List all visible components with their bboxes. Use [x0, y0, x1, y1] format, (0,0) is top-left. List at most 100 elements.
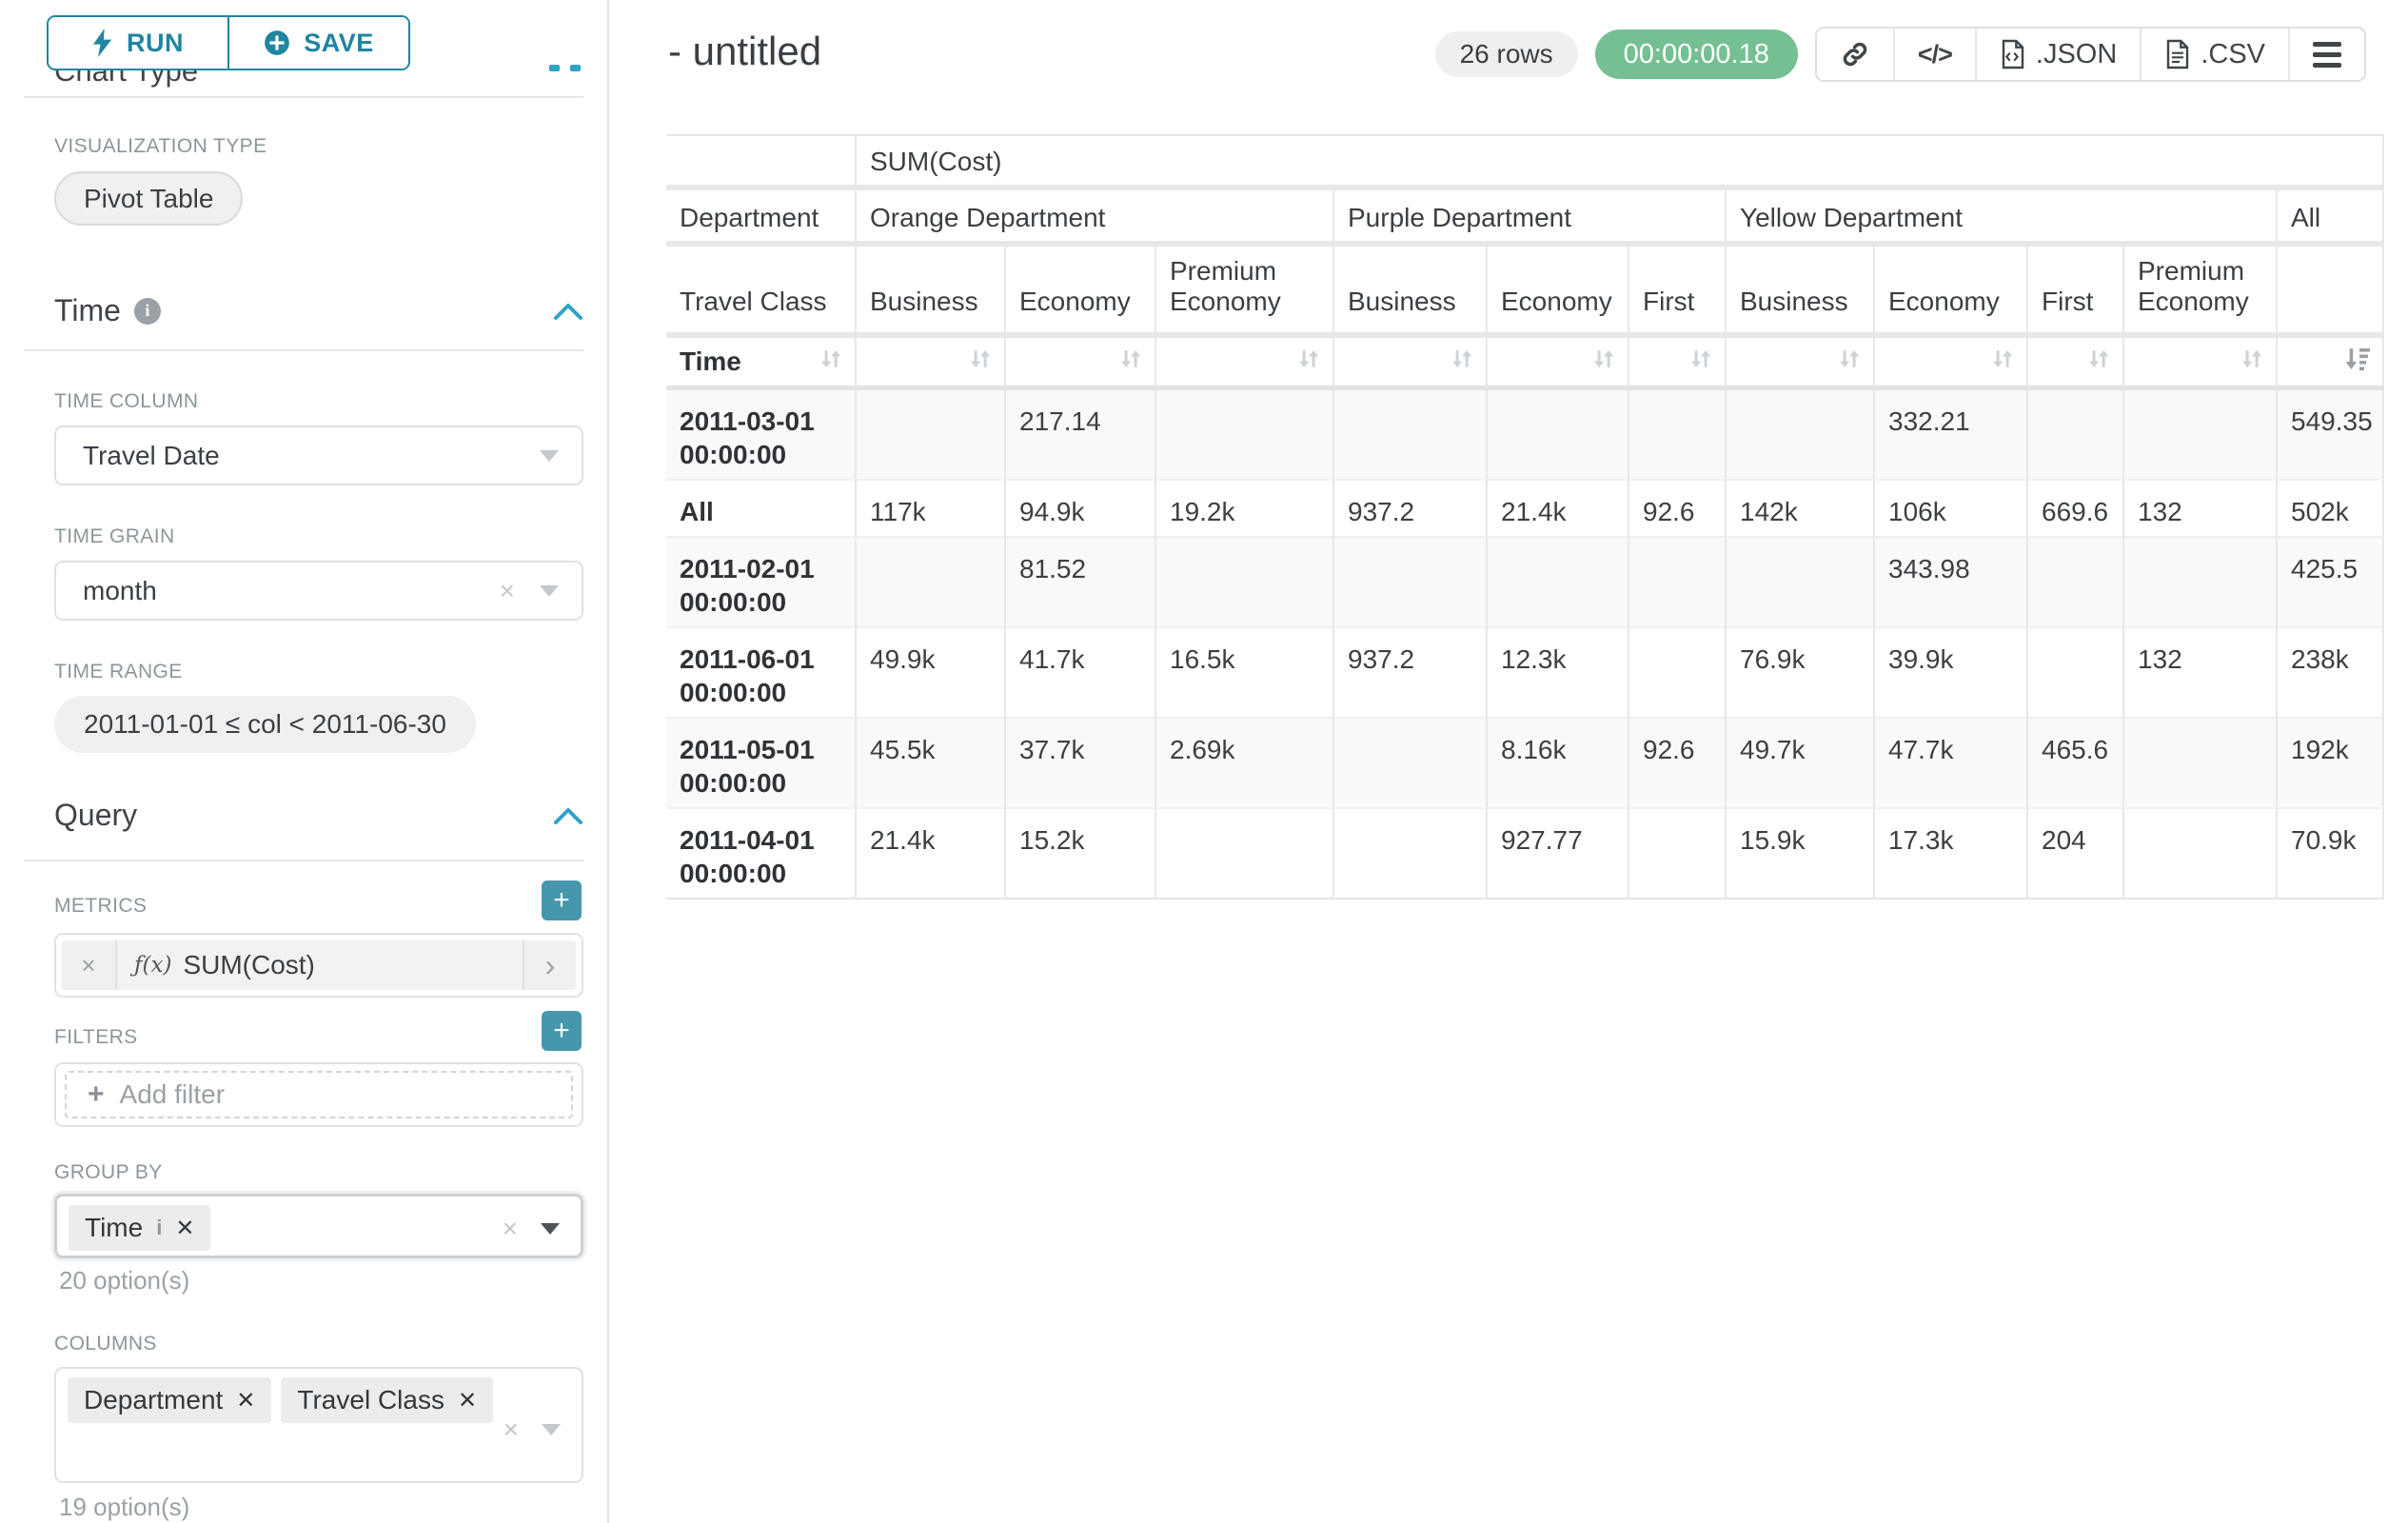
- plus-icon: +: [553, 884, 570, 917]
- pivot-table-container: SUM(Cost)DepartmentOrange DepartmentPurp…: [666, 134, 2384, 900]
- hamburger-icon: [2313, 42, 2341, 68]
- class-header-cell: Business: [1334, 247, 1488, 338]
- pivot-cell: [2124, 809, 2278, 900]
- sort-icon[interactable]: [1988, 345, 2017, 380]
- add-metric-button[interactable]: +: [542, 880, 582, 920]
- file-text-icon: [2164, 39, 2191, 69]
- clear-icon[interactable]: ×: [503, 1214, 518, 1244]
- chip-close-icon[interactable]: ✕: [458, 1387, 477, 1414]
- divider: [24, 96, 583, 98]
- save-button[interactable]: SAVE: [229, 17, 408, 69]
- sort-header-cell: [2124, 338, 2278, 390]
- clear-icon[interactable]: ×: [503, 1414, 519, 1445]
- group-by-label: GROUP BY: [54, 1161, 163, 1184]
- sort-icon[interactable]: [1835, 345, 1864, 380]
- pivot-cell: 465.6: [2028, 719, 2124, 809]
- run-button[interactable]: RUN: [49, 17, 229, 69]
- pivot-cell: [1629, 390, 1727, 481]
- group-by-select[interactable]: Timei✕ ×: [54, 1194, 583, 1258]
- pivot-cell: 49.7k: [1727, 719, 1875, 809]
- chart-area: - untitled 26 rows 00:00:00.18 </> .JSON…: [611, 0, 2408, 1523]
- row-header-cell: 2011-03-0100:00:00: [666, 390, 857, 481]
- sort-desc-icon[interactable]: [2342, 345, 2373, 380]
- embed-code-button[interactable]: </>: [1895, 29, 1977, 80]
- pivot-cell: [1727, 390, 1875, 481]
- export-toolbar: </> .JSON .CSV: [1815, 27, 2366, 82]
- sort-icon[interactable]: [966, 345, 995, 380]
- chip-close-icon[interactable]: ✕: [175, 1215, 194, 1242]
- add-filter-button[interactable]: +: [542, 1011, 582, 1051]
- time-column-label: TIME COLUMN: [54, 390, 198, 413]
- columns-chip[interactable]: Travel Class✕: [281, 1377, 493, 1423]
- pivot-cell: [1488, 390, 1629, 481]
- sort-icon[interactable]: [1687, 345, 1715, 380]
- columns-select[interactable]: Department✕Travel Class✕ ×: [54, 1367, 583, 1483]
- plus-icon: +: [553, 1015, 570, 1047]
- columns-chip[interactable]: Department✕: [68, 1377, 271, 1423]
- sort-icon[interactable]: [1294, 345, 1323, 380]
- caret-down-icon[interactable]: [542, 1424, 561, 1435]
- pivot-cell: 81.52: [1006, 538, 1156, 628]
- metric-label: SUM(Cost): [183, 950, 314, 980]
- sort-icon[interactable]: [1589, 345, 1618, 380]
- chevron-up-icon[interactable]: [553, 302, 583, 321]
- menu-button[interactable]: [2290, 29, 2364, 80]
- pivot-cell: 132: [2124, 628, 2278, 719]
- caret-down-icon[interactable]: [540, 450, 559, 462]
- chart-title[interactable]: - untitled: [668, 29, 821, 74]
- pivot-cell: [1334, 809, 1488, 900]
- export-csv-button[interactable]: .CSV: [2142, 29, 2290, 80]
- pivot-cell: [1334, 719, 1488, 809]
- sort-icon[interactable]: [1448, 345, 1476, 380]
- row-header-cell: All: [666, 481, 857, 538]
- expand-metric-icon[interactable]: ›: [523, 940, 576, 990]
- class-header-cell: [2278, 247, 2384, 338]
- fx-icon: ƒ(x): [134, 953, 171, 978]
- pivot-cell: 2.69k: [1156, 719, 1334, 809]
- pivot-cell: 92.6: [1629, 719, 1727, 809]
- file-code-icon: [2000, 39, 2026, 69]
- table-row: 2011-02-0100:00:0081.52343.98425.5: [666, 538, 2384, 628]
- sort-icon[interactable]: [817, 345, 845, 380]
- group-header-cell: Yellow Department: [1727, 190, 2278, 247]
- add-filter-dropzone[interactable]: + Add filter: [65, 1071, 573, 1118]
- pivot-cell: 15.9k: [1727, 809, 1875, 900]
- metric-item[interactable]: × ƒ(x) SUM(Cost) ›: [62, 940, 576, 990]
- time-grain-label: TIME GRAIN: [54, 525, 175, 548]
- columns-chips: Department✕Travel Class✕: [68, 1377, 493, 1423]
- columns-options-hint: 19 option(s): [59, 1493, 189, 1522]
- pivot-cell: 192k: [2278, 719, 2384, 809]
- pivot-cell: [1488, 538, 1629, 628]
- run-button-label: RUN: [127, 29, 184, 58]
- chip-close-icon[interactable]: ✕: [236, 1387, 255, 1414]
- sort-icon[interactable]: [2084, 345, 2113, 380]
- pivot-cell: 19.2k: [1156, 481, 1334, 538]
- time-range-chip[interactable]: 2011-01-01 ≤ col < 2011-06-30: [54, 696, 476, 753]
- caret-down-icon[interactable]: [540, 585, 559, 597]
- sort-icon[interactable]: [2238, 345, 2266, 380]
- table-row: 2011-06-0100:00:0049.9k41.7k16.5k937.212…: [666, 628, 2384, 719]
- class-header-cell: Business: [857, 247, 1006, 338]
- class-header-cell: Premium Economy: [1156, 247, 1334, 338]
- time-column-select[interactable]: Travel Date: [54, 425, 583, 485]
- group-by-chip[interactable]: Timei✕: [69, 1205, 210, 1251]
- pivot-cell: [1156, 538, 1334, 628]
- pivot-cell: 142k: [1727, 481, 1875, 538]
- chevron-up-icon[interactable]: [553, 806, 583, 825]
- clipped-icon-dot: [570, 65, 581, 71]
- group-header-cell: Purple Department: [1334, 190, 1727, 247]
- pivot-cell: 94.9k: [1006, 481, 1156, 538]
- save-button-label: SAVE: [304, 29, 374, 58]
- caret-down-icon[interactable]: [541, 1223, 560, 1235]
- sort-icon[interactable]: [1116, 345, 1145, 380]
- export-json-label: .JSON: [2036, 39, 2117, 70]
- metric-header-cell: SUM(Cost): [857, 134, 2384, 190]
- export-json-button[interactable]: .JSON: [1977, 29, 2142, 80]
- row-header-cell: 2011-04-0100:00:00: [666, 809, 857, 900]
- pivot-table-chip[interactable]: Pivot Table: [54, 171, 243, 226]
- copy-link-button[interactable]: [1817, 29, 1895, 80]
- time-grain-select[interactable]: month ×: [54, 561, 583, 621]
- divider: [24, 860, 583, 861]
- clear-icon[interactable]: ×: [500, 576, 515, 606]
- remove-metric-icon[interactable]: ×: [62, 951, 115, 980]
